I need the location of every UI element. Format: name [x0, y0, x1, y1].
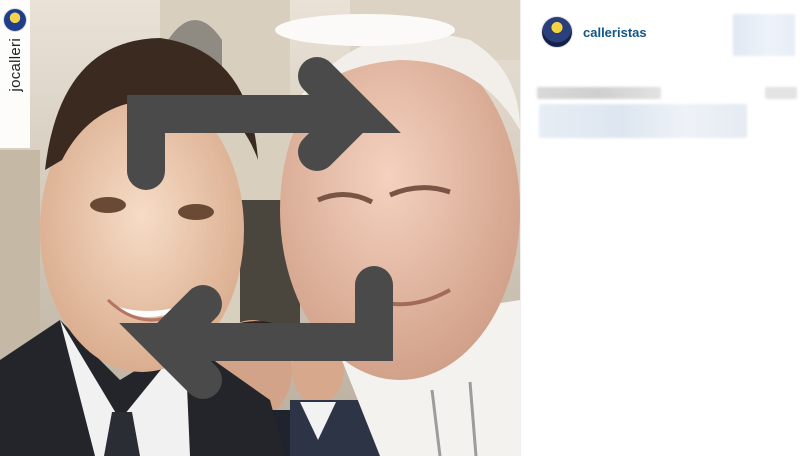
repost-icon — [119, 57, 401, 399]
post-username[interactable]: calleristas — [583, 25, 647, 40]
timestamp-blurred — [765, 87, 797, 99]
repost-badge[interactable]: jocalleri — [0, 0, 401, 399]
likes-blurred — [537, 87, 661, 99]
repost-username[interactable]: jocalleri — [7, 38, 24, 92]
instagram-post: jocalleri calleristas — [0, 0, 810, 456]
post-photo[interactable]: jocalleri — [0, 0, 520, 456]
post-header: calleristas — [541, 14, 647, 50]
post-info-pane: calleristas — [520, 0, 810, 456]
follow-button-blurred[interactable] — [733, 14, 795, 56]
caption-blurred — [539, 104, 747, 138]
user-avatar[interactable] — [541, 16, 573, 48]
